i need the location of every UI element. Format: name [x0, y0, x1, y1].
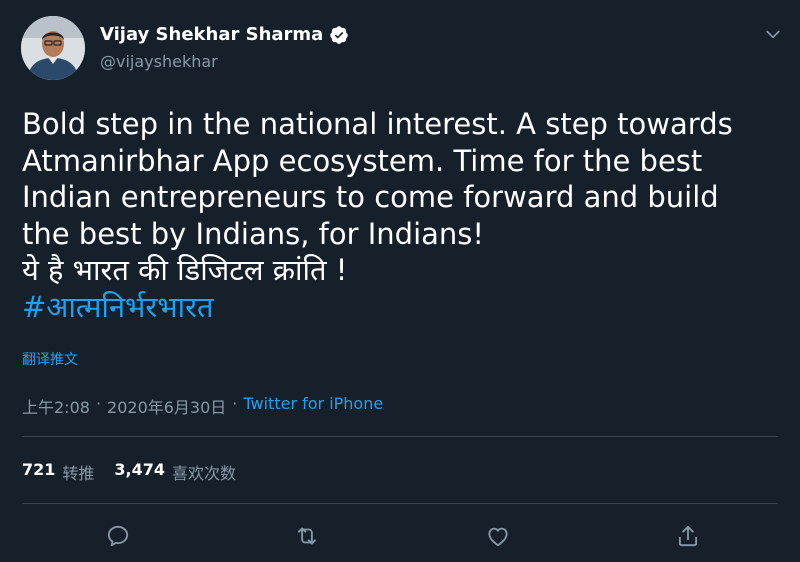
retweets-count: 721 [22, 460, 56, 479]
retweet-icon [297, 527, 317, 545]
translate-tweet-link[interactable]: 翻译推文 [22, 349, 78, 369]
tweet-line: ये है भारत की डिजिटल क्रांति ! [22, 253, 348, 287]
likes-stat[interactable]: 3,474 喜欢次数 [114, 460, 236, 484]
tweet-source-link[interactable]: Twitter for iPhone [243, 394, 383, 418]
avatar[interactable] [21, 16, 85, 80]
tweet-line: Indian entrepreneurs to come forward and… [22, 180, 719, 214]
like-button[interactable] [485, 523, 511, 549]
tweet-metadata: 上午2:08 · 2020年6月30日 · Twitter for iPhone [22, 394, 383, 418]
retweets-stat[interactable]: 721 转推 [22, 460, 94, 484]
reply-button[interactable] [105, 523, 131, 549]
tweet-line: Atmanirbhar App ecosystem. Time for the … [22, 143, 703, 178]
hashtag-link[interactable]: #आत्मनिर्भरभारत [22, 289, 792, 326]
user-handle[interactable]: @vijayshekhar [100, 52, 218, 71]
avatar-image [21, 16, 85, 80]
likes-count: 3,474 [114, 460, 166, 479]
reply-icon [107, 525, 129, 547]
retweets-label: 转推 [62, 464, 95, 483]
verified-badge-icon [330, 25, 349, 44]
divider [22, 503, 778, 504]
tweet-date[interactable]: 2020年6月30日 [107, 394, 226, 418]
tweet-line: Bold step in the national interest. A st… [22, 107, 733, 141]
tweet-line: the best by Indians, for Indians! [22, 216, 485, 251]
separator-dot: · [232, 394, 238, 413]
retweet-button[interactable] [294, 523, 320, 549]
separator-dot: · [95, 394, 102, 413]
user-name-row[interactable]: Vijay Shekhar Sharma [100, 24, 349, 45]
share-icon [678, 525, 698, 547]
heart-icon [488, 527, 508, 547]
divider [22, 436, 778, 437]
tweet-actions [0, 523, 800, 553]
tweet-stats: 721 转推 3,474 喜欢次数 [22, 460, 256, 484]
tweet-text: Bold step in the national interest. A st… [22, 106, 792, 325]
chevron-down-icon[interactable] [763, 24, 783, 44]
user-display-name[interactable]: Vijay Shekhar Sharma [100, 24, 323, 45]
share-button[interactable] [675, 523, 701, 549]
tweet-time[interactable]: 上午2:08 [22, 394, 90, 418]
likes-label: 喜欢次数 [172, 464, 237, 483]
